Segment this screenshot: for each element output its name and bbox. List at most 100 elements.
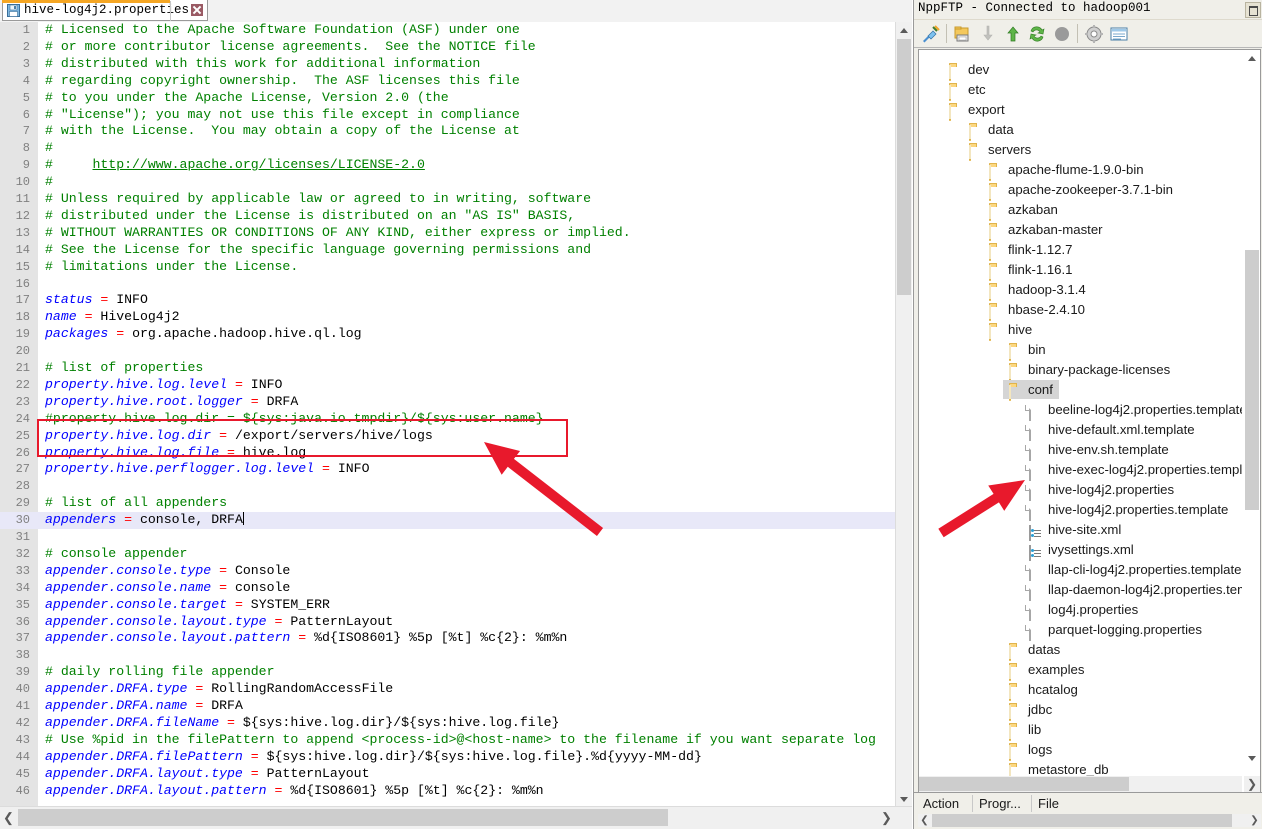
download-icon[interactable] [978,24,998,44]
code-line[interactable]: 18 name = HiveLog4j2 [0,309,912,326]
tree-file-row[interactable]: llap-cli-log4j2.properties.template [919,560,1242,581]
tree-file-row[interactable]: hive-exec-log4j2.properties.template [919,460,1242,481]
nppftp-toolbar[interactable] [914,19,1262,48]
code-line[interactable]: 20 [0,343,912,360]
tree-folder-row[interactable]: flink-1.16.1 [919,260,1242,281]
code-line[interactable]: 1 # Licensed to the Apache Software Found… [0,22,912,39]
code-line[interactable]: 3 # distributed with this work for additi… [0,56,912,73]
upload-icon[interactable] [1003,24,1023,44]
line-text[interactable]: # list of all appenders [45,495,227,512]
remote-file-tree[interactable]: dev etc export data servers apache-flume-1.9.… [918,49,1261,793]
code-line[interactable]: 13 # WITHOUT WARRANTIES OR CONDITIONS OF … [0,225,912,242]
tree-folder-row[interactable]: dev [919,60,1242,81]
tree-folder-row[interactable]: binary-package-licenses [919,360,1242,381]
tree-folder-row[interactable]: data [919,120,1242,141]
tree-folder-row[interactable]: apache-zookeeper-3.7.1-bin [919,180,1242,201]
code-line[interactable]: 45 appender.DRFA.layout.type = PatternLay… [0,766,912,783]
code-line[interactable]: 9 # http://www.apache.org/licenses/LICENS… [0,157,912,174]
column-header-action[interactable]: Action [923,796,959,813]
code-line[interactable]: 43 # Use %pid in the filePattern to appen… [0,732,912,749]
panel-close-icon[interactable] [1245,2,1261,18]
code-line[interactable]: 38 [0,647,912,664]
code-line[interactable]: 7 # with the License. You may obtain a co… [0,123,912,140]
messages-icon[interactable] [1109,24,1129,44]
queue-scroll-thumb[interactable] [932,814,1232,827]
code-line[interactable]: 4 # regarding copyright ownership. The AS… [0,73,912,90]
tree-file-row[interactable]: llap-daemon-log4j2.properties.template [919,580,1242,601]
line-text[interactable]: property.hive.log.level = INFO [45,377,282,394]
line-text[interactable]: appender.console.name = console [45,580,290,597]
line-text[interactable]: appender.console.layout.type = PatternLa… [45,614,393,631]
line-text[interactable]: # See the License for the specific langu… [45,242,591,259]
code-line[interactable]: 29 # list of all appenders [0,495,912,512]
tree-file-row[interactable]: hive-site.xml [919,520,1242,541]
code-line[interactable]: 8 # [0,140,912,157]
tree-folder-row[interactable]: examples [919,660,1242,681]
tree-folder-row[interactable]: hcatalog [919,680,1242,701]
code-editor[interactable]: 1 # Licensed to the Apache Software Found… [0,22,912,807]
line-text[interactable]: # limitations under the License. [45,259,298,276]
refresh-icon[interactable] [1027,24,1047,44]
tree-file-row[interactable]: hive-log4j2.properties [919,480,1242,501]
column-divider-1[interactable] [972,795,973,812]
code-line[interactable]: 14 # See the License for the specific lan… [0,242,912,259]
tree-rows[interactable]: dev etc export data servers apache-flume-1.9.… [919,50,1242,792]
line-text[interactable]: appender.console.layout.pattern = %d{ISO… [45,630,567,647]
tree-vertical-thumb[interactable] [1245,250,1259,510]
line-text[interactable]: # WITHOUT WARRANTIES OR CONDITIONS OF AN… [45,225,631,242]
tree-scroll-right-button[interactable]: ❯ [1244,776,1260,792]
tree-folder-row[interactable]: jdbc [919,700,1242,721]
line-text[interactable]: packages = org.apache.hadoop.hive.ql.log [45,326,362,343]
scroll-right-button[interactable]: ❯ [878,807,895,828]
settings-gear-icon[interactable] [1084,24,1104,44]
queue-scroll-left-button[interactable]: ❮ [918,814,931,827]
line-text[interactable]: # to you under the Apache License, Versi… [45,90,449,107]
code-line[interactable]: 5 # to you under the Apache License, Vers… [0,90,912,107]
queue-scroll-right-button[interactable]: ❯ [1248,814,1261,827]
code-line[interactable]: 35 appender.console.target = SYSTEM_ERR [0,597,912,614]
line-text[interactable]: # Unless required by applicable law or a… [45,191,591,208]
editor-vertical-scrollbar[interactable] [895,22,912,807]
code-line[interactable]: 41 appender.DRFA.name = DRFA [0,698,912,715]
code-line[interactable]: 31 [0,529,912,546]
tree-vertical-scrollbar[interactable] [1244,50,1260,776]
line-text[interactable]: appender.DRFA.name = DRFA [45,698,243,715]
line-text[interactable]: appender.DRFA.type = RollingRandomAccess… [45,681,393,698]
code-line[interactable]: 44 appender.DRFA.filePattern = ${sys:hive… [0,749,912,766]
line-text[interactable]: # Licensed to the Apache Software Founda… [45,22,520,39]
line-text[interactable]: # or more contributor license agreements… [45,39,536,56]
line-text[interactable]: # list of properties [45,360,203,377]
close-icon[interactable] [191,4,204,16]
line-text[interactable]: # console appender [45,546,187,563]
abort-icon[interactable] [1052,24,1072,44]
scroll-left-button[interactable]: ❮ [0,807,17,828]
tree-folder-row[interactable]: conf [919,380,1242,401]
tree-folder-row[interactable]: hadoop-3.1.4 [919,280,1242,301]
code-lines[interactable]: 1 # Licensed to the Apache Software Found… [0,22,912,807]
queue-horizontal-scrollbar[interactable]: ❮ ❯ [918,814,1261,827]
code-line[interactable]: 46 appender.DRFA.layout.pattern = %d{ISO8… [0,783,912,800]
code-line[interactable]: 36 appender.console.layout.type = Pattern… [0,614,912,631]
tree-folder-row[interactable]: logs [919,740,1242,761]
line-text[interactable]: # Use %pid in the filePattern to append … [45,732,876,749]
code-line[interactable]: 16 [0,276,912,293]
code-line[interactable]: 28 [0,478,912,495]
tree-file-row[interactable]: parquet-logging.properties [919,620,1242,641]
tree-folder-row[interactable]: etc [919,80,1242,101]
tree-folder-row[interactable]: hive [919,320,1242,341]
line-text[interactable]: property.hive.perflogger.log.level = INF… [45,461,369,478]
editor-horizontal-scrollbar[interactable]: ❮ ❯ [0,806,912,829]
line-text[interactable]: appender.DRFA.filePattern = ${sys:hive.l… [45,749,702,766]
line-text[interactable]: appender.DRFA.layout.type = PatternLayou… [45,766,370,783]
tree-folder-row[interactable]: servers [919,140,1242,161]
code-line[interactable]: 27 property.hive.perflogger.log.level = I… [0,461,912,478]
code-line[interactable]: 19 packages = org.apache.hadoop.hive.ql.l… [0,326,912,343]
code-line[interactable]: 39 # daily rolling file appender [0,664,912,681]
scroll-up-button[interactable] [896,22,912,38]
tree-folder-row[interactable]: apache-flume-1.9.0-bin [919,160,1242,181]
line-text[interactable]: # with the License. You may obtain a cop… [45,123,520,140]
line-text[interactable]: appender.console.target = SYSTEM_ERR [45,597,330,614]
code-line[interactable]: 17 status = INFO [0,292,912,309]
tree-folder-row[interactable]: azkaban-master [919,220,1242,241]
vertical-scroll-thumb[interactable] [897,39,911,295]
